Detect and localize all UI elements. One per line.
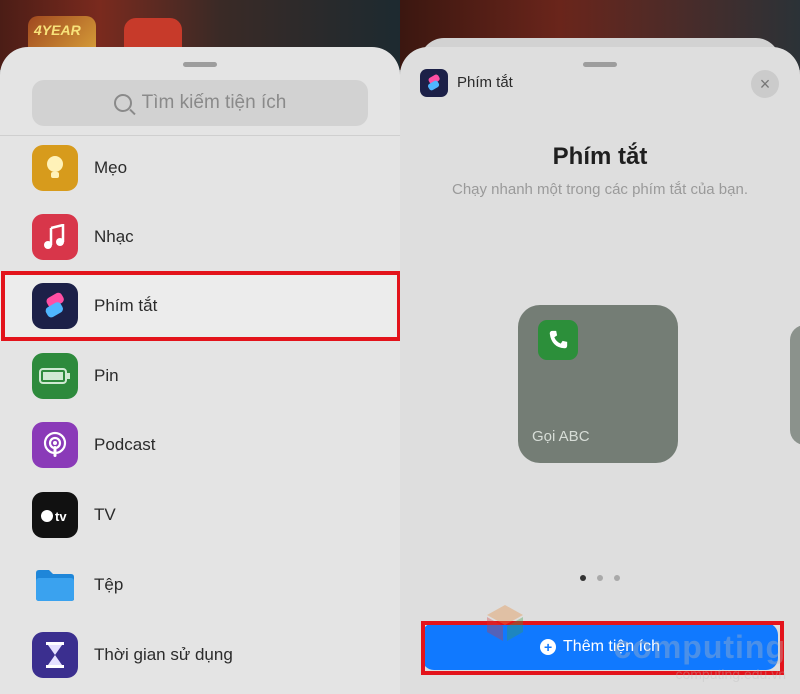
phone-icon [538,320,578,360]
folder-icon [32,562,78,608]
sheet-grabber[interactable] [183,62,217,67]
app-name: Phím tắt [457,74,513,91]
list-item-podcast[interactable]: Podcast [0,410,400,480]
widget-preview-panel: Phím tắt × Phím tắt Chạy nhanh một trong… [400,0,800,694]
widget-gallery-panel: 4YEAR Tìm kiếm tiện ích Mẹo Nhạc Phím tắ… [0,0,400,694]
game-app-text: 4YEAR [34,22,81,38]
list-item-pin[interactable]: Pin [0,341,400,411]
podcast-icon [32,422,78,468]
hourglass-icon [32,632,78,678]
sheet-grabber[interactable] [583,62,617,67]
list-item-label: TV [94,505,116,524]
page-dot [597,575,603,581]
widget-label: Gọi ABC [532,428,590,445]
apple-tv-icon: tv [32,492,78,538]
svg-text:tv: tv [55,509,67,524]
close-icon: × [759,74,771,94]
list-item-tv[interactable]: tv TV [0,480,400,550]
search-placeholder: Tìm kiếm tiện ích [141,92,287,113]
watermark-logo-icon [487,605,524,641]
widget-preview[interactable]: Gọi ABC [518,305,678,463]
page-dot [580,575,586,581]
search-icon [113,94,132,112]
list-item-meo[interactable]: Mẹo [0,133,400,203]
list-item-label: Thời gian sử dụng [94,645,233,664]
watermark-url: computing.edu.vn [675,666,786,682]
list-item-tep[interactable]: Tệp [0,550,400,620]
music-note-icon [32,214,78,260]
list-item-nhac[interactable]: Nhạc [0,202,400,272]
list-item-label: Mẹo [94,158,128,177]
next-widget-preview[interactable] [790,325,800,445]
watermark-brand: computing [613,629,786,665]
shortcuts-icon [420,69,448,97]
widget-preview-sheet: Phím tắt × Phím tắt Chạy nhanh một trong… [400,47,800,694]
list-item-label: Tệp [94,575,124,594]
widget-title: Phím tắt [552,143,648,170]
lightbulb-icon [32,145,78,191]
highlight-box [1,271,401,341]
list-item-label: Pin [94,366,119,385]
page-indicator[interactable] [400,575,800,581]
page-dot [614,575,620,581]
list-item-label: Podcast [94,435,156,454]
list-item-thoi-gian-su-dung[interactable]: Thời gian sử dụng [0,620,400,690]
search-field[interactable]: Tìm kiếm tiện ích [32,80,368,126]
battery-icon [32,353,78,399]
close-button[interactable]: × [751,70,779,98]
watermark: computing computing.edu.vn [487,605,786,682]
list-item-label: Nhạc [94,227,134,246]
widget-subtitle: Chạy nhanh một trong các phím tắt của bạ… [451,181,748,198]
